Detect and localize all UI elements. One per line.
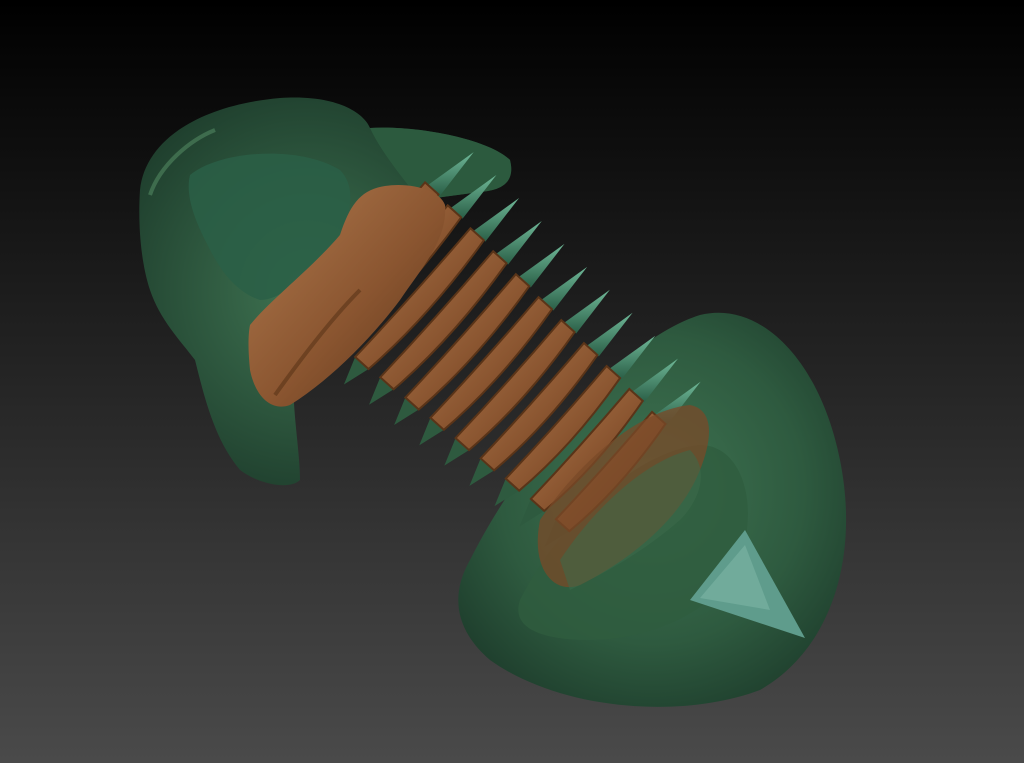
viewport[interactable] [0, 0, 1024, 763]
render-canvas [0, 0, 1024, 763]
